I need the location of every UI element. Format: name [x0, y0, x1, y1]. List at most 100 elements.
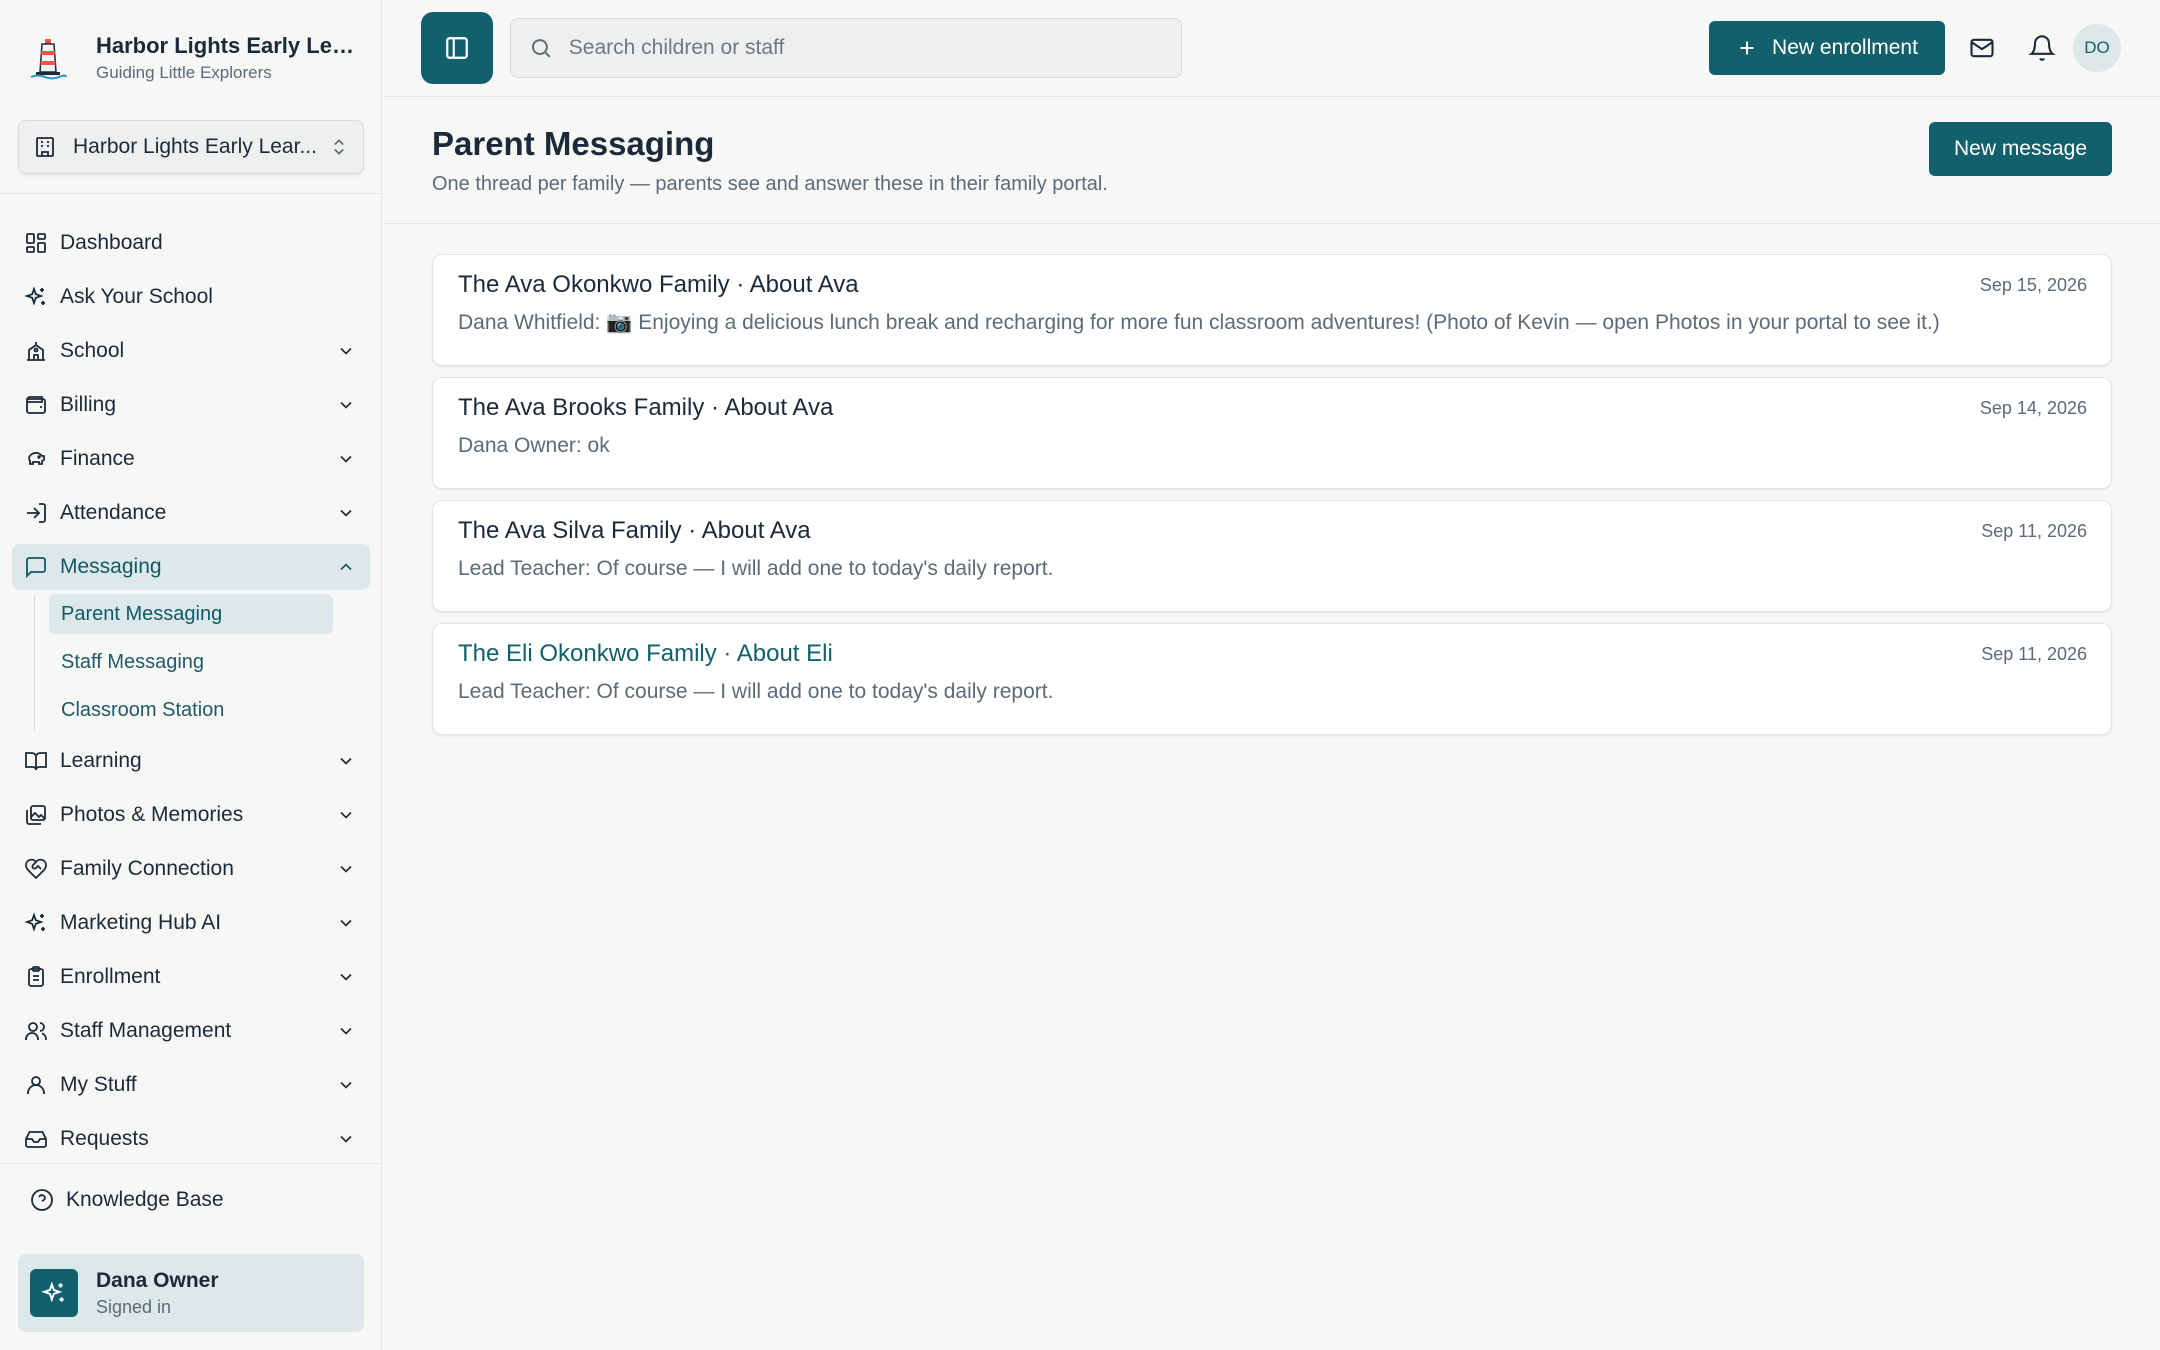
chevron-down-icon: [340, 1135, 352, 1143]
topbar: New enrollment DO: [383, 0, 2160, 97]
user-card[interactable]: Dana Owner Signed in: [18, 1254, 364, 1332]
user-name: Dana Owner: [96, 1268, 219, 1292]
chevron-up-icon: [340, 563, 352, 571]
clipboard-list-icon: [28, 966, 44, 987]
thread-title: The Eli Okonkwo Family · About Eli: [458, 640, 833, 667]
brand-title: Harbor Lights Early Learn...: [96, 33, 366, 58]
sidebar-item-photos-memories[interactable]: Photos & Memories: [12, 792, 370, 838]
heart-handshake-icon: [25, 858, 47, 880]
school-icon: [27, 342, 45, 361]
chevron-down-icon: [340, 811, 352, 819]
dashboard-icon: [26, 233, 46, 253]
page-title: Parent Messaging: [432, 125, 715, 162]
sidebar-item-attendance[interactable]: Attendance: [12, 490, 370, 536]
chevron-down-icon: [340, 973, 352, 981]
thread-date: Sep 11, 2026: [1981, 644, 2087, 664]
user-icon: [27, 1076, 45, 1094]
sidebar-subitem-parent-messaging[interactable]: Parent Messaging: [49, 594, 333, 634]
search-icon: [531, 39, 551, 58]
sidebar-item-dashboard[interactable]: Dashboard: [12, 220, 370, 266]
knowledge-base-link[interactable]: Knowledge Base: [30, 1188, 224, 1212]
new-enrollment-button[interactable]: New enrollment: [1709, 21, 1945, 75]
sparkles-icon: [24, 286, 45, 306]
thread-date: Sep 11, 2026: [1981, 521, 2087, 541]
log-in-icon: [27, 503, 46, 523]
chevron-down-icon: [340, 455, 352, 463]
plus-icon: [1740, 41, 1754, 55]
sidebar-item-label: Requests: [60, 1127, 149, 1150]
new-message-button[interactable]: New message: [1929, 122, 2112, 176]
bell-icon[interactable]: [2028, 34, 2056, 62]
sidebar-divider: [0, 193, 382, 194]
images-icon: [26, 805, 46, 825]
chevron-down-icon: [340, 509, 352, 517]
sidebar-item-label: Billing: [60, 393, 117, 416]
sidebar-footer-divider: [0, 1163, 382, 1164]
building-icon: [36, 137, 54, 157]
thread-date: Sep 15, 2026: [1979, 275, 2087, 295]
brand[interactable]: Harbor Lights Early Learn... Guiding Lit…: [28, 28, 366, 88]
users-icon: [25, 1022, 47, 1040]
thread-title: The Ava Silva Family · About Ava: [458, 517, 811, 544]
thread-date: Sep 14, 2026: [1979, 398, 2087, 418]
sidebar-subitem-classroom-station[interactable]: Classroom Station: [49, 690, 333, 730]
sidebar-item-family-connection[interactable]: Family Connection: [12, 846, 370, 892]
sidebar-item-label: Marketing Hub AI: [60, 911, 222, 934]
thread-item[interactable]: The Eli Okonkwo Family · About Eli Sep 1…: [432, 623, 2112, 735]
sidebar-item-staff-management[interactable]: Staff Management: [12, 1008, 370, 1054]
chevrons-up-down-icon: [334, 139, 344, 155]
chevron-down-icon: [340, 347, 352, 355]
sidebar-item-label: Enrollment: [60, 965, 161, 988]
sidebar-toggle-button[interactable]: [421, 12, 493, 84]
chevron-down-icon: [340, 1081, 352, 1089]
chevron-down-icon: [340, 757, 352, 765]
thread-item[interactable]: The Ava Silva Family · About Ava Sep 11,…: [432, 500, 2112, 612]
book-open-icon: [25, 752, 47, 771]
thread-preview: Dana Owner: ok: [458, 434, 610, 457]
knowledge-base-label: Knowledge Base: [66, 1188, 224, 1211]
search-box[interactable]: [510, 18, 1182, 78]
page-subtitle: One thread per family — parents see and …: [432, 173, 1108, 195]
piggy-bank-icon: [28, 452, 45, 465]
message-square-icon: [26, 557, 46, 579]
new-enrollment-label: New enrollment: [1772, 36, 1918, 59]
thread-item[interactable]: The Ava Okonkwo Family · About Ava Sep 1…: [432, 254, 2112, 366]
sidebar-subitem-staff-messaging[interactable]: Staff Messaging: [49, 642, 333, 682]
school-selector-label: Harbor Lights Early Lear...: [73, 135, 317, 158]
thread-item[interactable]: The Ava Brooks Family · About Ava Sep 14…: [432, 377, 2112, 489]
inbox-icon: [25, 1131, 47, 1148]
sidebar-item-billing[interactable]: Billing: [12, 382, 370, 428]
sidebar-item-finance[interactable]: Finance: [12, 436, 370, 482]
sidebar-item-my-stuff[interactable]: My Stuff: [12, 1062, 370, 1108]
user-status: Signed in: [96, 1296, 172, 1317]
sidebar-nav: Dashboard Ask Your School School Billing…: [12, 220, 370, 1162]
sidebar-item-label: My Stuff: [60, 1073, 137, 1096]
mail-icon[interactable]: [1968, 34, 1996, 62]
sidebar-item-messaging[interactable]: Messaging: [12, 544, 370, 590]
user-avatar: [30, 1269, 78, 1317]
sidebar-item-label: Staff Management: [60, 1019, 232, 1042]
search-input[interactable]: [568, 36, 1163, 60]
sidebar-item-label: School: [60, 339, 125, 362]
sidebar-item-label: Ask Your School: [60, 285, 213, 308]
sidebar-item-label: Learning: [60, 749, 142, 772]
help-circle-icon: [31, 1189, 53, 1211]
sparkles-icon: [41, 1281, 64, 1303]
chevron-down-icon: [340, 919, 352, 927]
sidebar-item-school[interactable]: School: [12, 328, 370, 374]
wallet-icon: [26, 396, 46, 414]
thread-preview: Dana Whitfield: 📷 Enjoying a delicious l…: [458, 311, 1940, 334]
sidebar: Harbor Lights Early Learn... Guiding Lit…: [0, 0, 382, 1350]
chevron-down-icon: [340, 1027, 352, 1035]
sidebar-item-ask-your-school[interactable]: Ask Your School: [12, 274, 370, 320]
user-avatar-button[interactable]: DO: [2073, 24, 2121, 72]
thread-preview: Lead Teacher: Of course — I will add one…: [458, 557, 1054, 580]
thread-title: The Ava Okonkwo Family · About Ava: [458, 271, 859, 298]
sidebar-item-requests[interactable]: Requests: [12, 1116, 370, 1162]
school-selector[interactable]: Harbor Lights Early Lear...: [18, 120, 364, 174]
brand-subtitle: Guiding Little Explorers: [96, 63, 272, 82]
sidebar-item-label: Family Connection: [60, 857, 234, 880]
sidebar-item-enrollment[interactable]: Enrollment: [12, 954, 370, 1000]
sidebar-item-learning[interactable]: Learning: [12, 738, 370, 784]
sidebar-item-marketing-hub-ai[interactable]: Marketing Hub AI: [12, 900, 370, 946]
